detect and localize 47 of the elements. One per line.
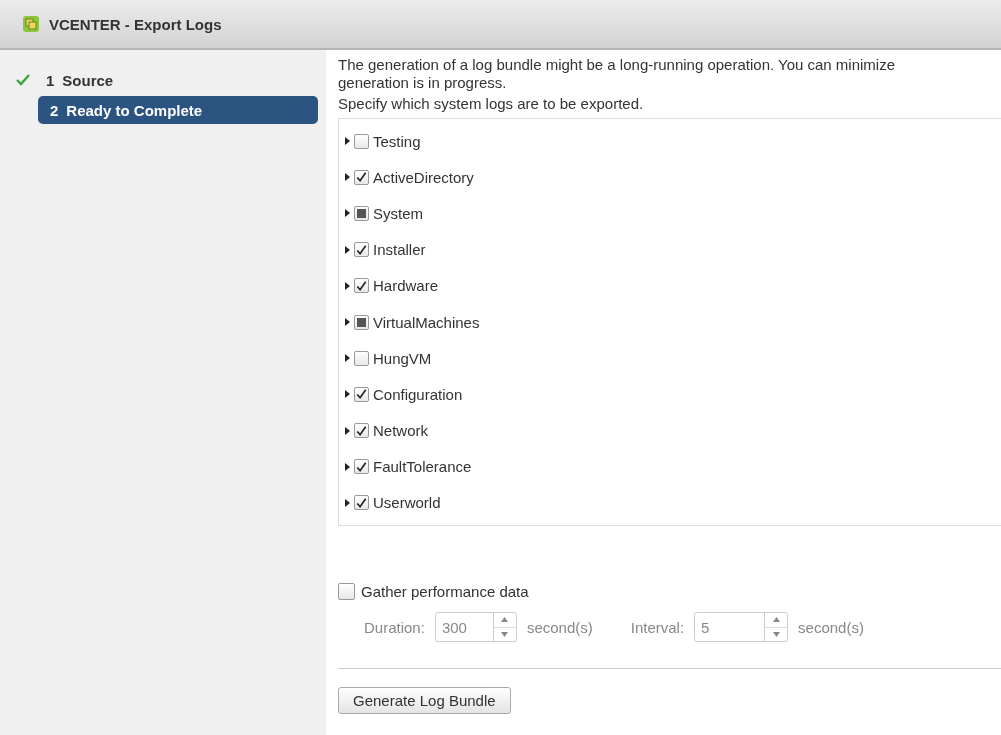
up-arrow-icon[interactable] [772,617,780,623]
up-arrow-icon[interactable] [501,617,509,623]
tree-item-label[interactable]: Network [373,422,428,440]
tree-item-label[interactable]: Userworld [373,494,441,512]
tree-item-label[interactable]: System [373,204,423,222]
checkbox[interactable] [354,242,369,258]
checkbox[interactable] [354,278,369,294]
expand-arrow-icon[interactable] [345,354,350,363]
field-label: Interval: [630,618,685,636]
checkbox[interactable] [354,423,369,439]
expand-arrow-icon[interactable] [345,462,350,471]
expand-arrow-icon[interactable] [345,390,350,399]
checkbox[interactable] [354,495,369,511]
description-text: The generation of a log bundle might be a long-running operation. You can minimize generation is in progress. [338,56,897,92]
checkmark-icon [16,74,32,86]
window-title: VCENTER - Export Logs [49,15,222,33]
down-arrow-icon[interactable] [772,631,780,637]
tree-item-label[interactable]: Testing [373,132,421,150]
generate-button[interactable]: Generate Log Bundle [338,687,511,715]
checkbox[interactable] [354,133,369,149]
tree-item-label[interactable]: Configuration [373,385,463,403]
expand-arrow-icon[interactable] [345,498,350,507]
unit-label: second(s) [798,618,864,636]
tree-item-label[interactable]: VirtualMachines [373,313,480,331]
expand-arrow-icon[interactable] [345,137,350,146]
down-arrow-icon[interactable] [501,631,509,637]
checkbox[interactable] [354,459,369,475]
checkbox[interactable] [354,350,369,366]
checkbox[interactable] [354,386,369,402]
expand-arrow-icon[interactable] [345,281,350,290]
tree-item-label[interactable]: FaultTolerance [373,458,472,476]
tree-item-label[interactable]: HungVM [373,349,432,367]
tree-item-label[interactable]: ActiveDirectory [373,168,474,186]
expand-arrow-icon[interactable] [345,245,350,254]
checkbox[interactable] [354,169,369,185]
unit-label: second(s) [526,618,593,636]
expand-arrow-icon[interactable] [345,173,350,182]
expand-arrow-icon[interactable] [345,426,350,435]
field-label: Duration: [364,618,425,636]
wizard-step[interactable]: 2 Ready to Complete [38,96,318,124]
tree-item-label[interactable]: Hardware [373,277,439,295]
app-icon [22,15,40,33]
expand-arrow-icon[interactable] [345,318,350,327]
expand-arrow-icon[interactable] [345,209,350,218]
instruction-text: Specify which system logs are to be exported. [338,95,645,113]
tree-item-label[interactable]: Installer [373,241,426,259]
wizard-step[interactable]: 1 Source [8,66,318,94]
